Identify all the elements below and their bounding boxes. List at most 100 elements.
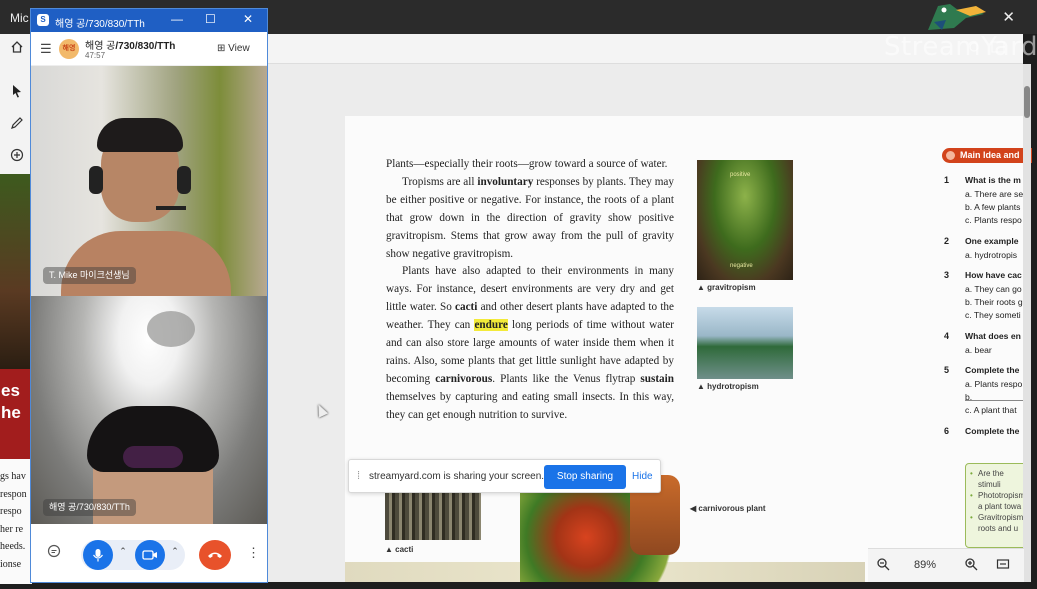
participant-video-2[interactable]: 해영 공/730/830/TTh	[31, 296, 267, 524]
summary-box: Are the stimuli Phototropism a plant tow…	[965, 463, 1027, 548]
hydrotropism-image	[697, 307, 793, 379]
chat-name: 해영 공/730/830/TTh	[85, 37, 175, 52]
video-call-window[interactable]: S 해영 공/730/830/TTh — ☐ ✕ ☰ 해영 해영 공/730/8…	[30, 8, 268, 583]
headset-mic	[156, 206, 186, 210]
question-number: 4	[944, 331, 950, 341]
question-text: How have cac	[965, 270, 1022, 280]
left-toolbar	[0, 34, 32, 174]
passage-text: themselves by capturing and eating small…	[386, 390, 674, 421]
avatar: 해영	[59, 39, 79, 59]
streamyard-bird-logo	[928, 4, 986, 30]
answer-option[interactable]: c. A plant that	[965, 405, 1017, 415]
video-person-body	[61, 231, 231, 296]
zoom-bar: 89%	[868, 548, 1024, 582]
zoom-in-icon[interactable]	[962, 557, 980, 575]
question-number: 1	[944, 175, 950, 185]
answer-option[interactable]: c. They someti	[965, 310, 1021, 320]
home-icon[interactable]	[6, 38, 28, 60]
maximize-icon[interactable]: ☐	[205, 12, 216, 26]
answer-option[interactable]: a. bear	[965, 345, 992, 355]
menu-icon[interactable]: ☰	[40, 41, 52, 57]
close-icon[interactable]: ✕	[243, 12, 253, 26]
thumbnail-text-line: respon	[0, 488, 27, 500]
passage-text: responses by plants. They may be either …	[386, 175, 674, 260]
end-call-icon[interactable]	[199, 540, 231, 570]
pen-icon[interactable]	[6, 114, 28, 136]
ceiling-lamp	[147, 311, 195, 347]
answer-option[interactable]: a. Plants respo	[965, 379, 1022, 389]
thumbnail-heading-line: he	[1, 403, 21, 422]
zoom-out-icon[interactable]	[874, 557, 892, 575]
streamyard-watermark: StreamYard	[884, 32, 1037, 62]
scrollbar-thumb[interactable]	[1024, 86, 1030, 118]
participant-name-tag: T. Mike 마이크선생님	[43, 267, 136, 284]
cacti-caption: ▲ cacti	[385, 545, 414, 554]
zoom-level[interactable]: 89%	[914, 559, 936, 571]
drag-handle-icon[interactable]: ⁞	[357, 470, 360, 482]
thumbnail-heading: es he	[1, 380, 21, 424]
thumbnail-text: gs hav respon respo her re heeds. ionse	[0, 468, 27, 573]
chat-icon[interactable]	[45, 544, 63, 562]
answer-option[interactable]: b. A few plants	[965, 202, 1020, 212]
hydrotropism-caption: ▲ hydrotropism	[697, 382, 759, 391]
passage-paragraph: Tropisms are all involuntary responses b…	[386, 174, 674, 264]
vocab-word: cacti	[455, 301, 478, 314]
video-person-hair	[97, 118, 183, 152]
minimize-icon[interactable]: —	[171, 12, 183, 26]
highlighted-vocab-word: endure	[474, 319, 508, 332]
fill-in-blank-line	[965, 400, 1023, 401]
page-thumbnail[interactable]: es he gs hav respon respo her re heeds. …	[0, 174, 32, 584]
answer-option[interactable]: c. Plants respo	[965, 215, 1022, 225]
watermark-icons	[968, 40, 1008, 57]
view-label: View	[228, 43, 250, 54]
passage-text: Tropisms are all	[402, 175, 478, 188]
thumbnail-text-line: respo	[0, 506, 22, 517]
question-text: One example	[965, 236, 1019, 246]
question-text: What is the m	[965, 175, 1021, 185]
question-number: 6	[944, 426, 950, 436]
carnivorous-caption: ◀ carnivorous plant	[690, 504, 766, 513]
app-title: Mic	[10, 11, 29, 25]
image-label: negative	[730, 263, 753, 269]
answer-option[interactable]: a. There are se	[965, 189, 1023, 199]
thumbnail-text-line: ionse	[0, 558, 22, 570]
stop-sharing-button[interactable]: Stop sharing	[544, 465, 626, 489]
view-button[interactable]: ⊞ View	[217, 43, 250, 54]
more-options-icon[interactable]: ⋮	[247, 544, 260, 562]
call-controls: ⌃ ⌃ ⋮	[31, 524, 267, 582]
cacti-image	[385, 488, 481, 540]
grid-icon: ⊞	[217, 43, 229, 54]
summary-item: Gravitropism roots and u	[970, 512, 1023, 534]
passage-text: . Plants like the Venus flytrap	[492, 372, 641, 385]
video-person-hair-highlight	[123, 446, 183, 468]
answer-option[interactable]: a. hydrotropis	[965, 250, 1017, 260]
gravitropism-caption: ▲ gravitropism	[697, 283, 756, 292]
answer-option[interactable]: a. They can go	[965, 284, 1022, 294]
reading-passage: Plants—especially their roots—grow towar…	[386, 156, 674, 425]
chevron-up-icon[interactable]: ⌃	[169, 546, 181, 562]
answer-option[interactable]: b. Their roots g	[965, 297, 1023, 307]
chevron-up-icon[interactable]: ⌃	[117, 546, 129, 562]
thumbnail-text-line: gs hav	[0, 471, 26, 482]
vocab-word: sustain	[640, 372, 674, 385]
fit-page-icon[interactable]	[994, 557, 1012, 575]
call-duration: 47:57	[85, 51, 106, 60]
hide-button[interactable]: Hide	[632, 471, 653, 482]
question-number: 5	[944, 365, 950, 375]
image-label: positive	[730, 172, 751, 178]
microphone-icon[interactable]	[83, 540, 113, 570]
vertical-scrollbar[interactable]	[1023, 64, 1031, 582]
question-text: Complete the	[965, 426, 1020, 436]
headphone-left	[89, 166, 103, 194]
screen-share-bar: ⁞ streamyard.com is sharing your screen.…	[348, 459, 661, 493]
add-circle-icon[interactable]	[6, 146, 28, 168]
vocab-word: involuntary	[477, 175, 534, 188]
summary-item: Are the stimuli	[970, 468, 1022, 490]
participant-video-1[interactable]: T. Mike 마이크선생님	[31, 66, 267, 296]
call-titlebar[interactable]: S 해영 공/730/830/TTh — ☐ ✕	[31, 9, 267, 32]
select-arrow-icon[interactable]	[6, 82, 28, 104]
window-close-button[interactable]: ✕	[1002, 8, 1015, 26]
call-window-title: 해영 공/730/830/TTh	[55, 19, 145, 30]
camera-icon[interactable]	[135, 540, 165, 570]
badge-dot-icon	[946, 151, 955, 160]
